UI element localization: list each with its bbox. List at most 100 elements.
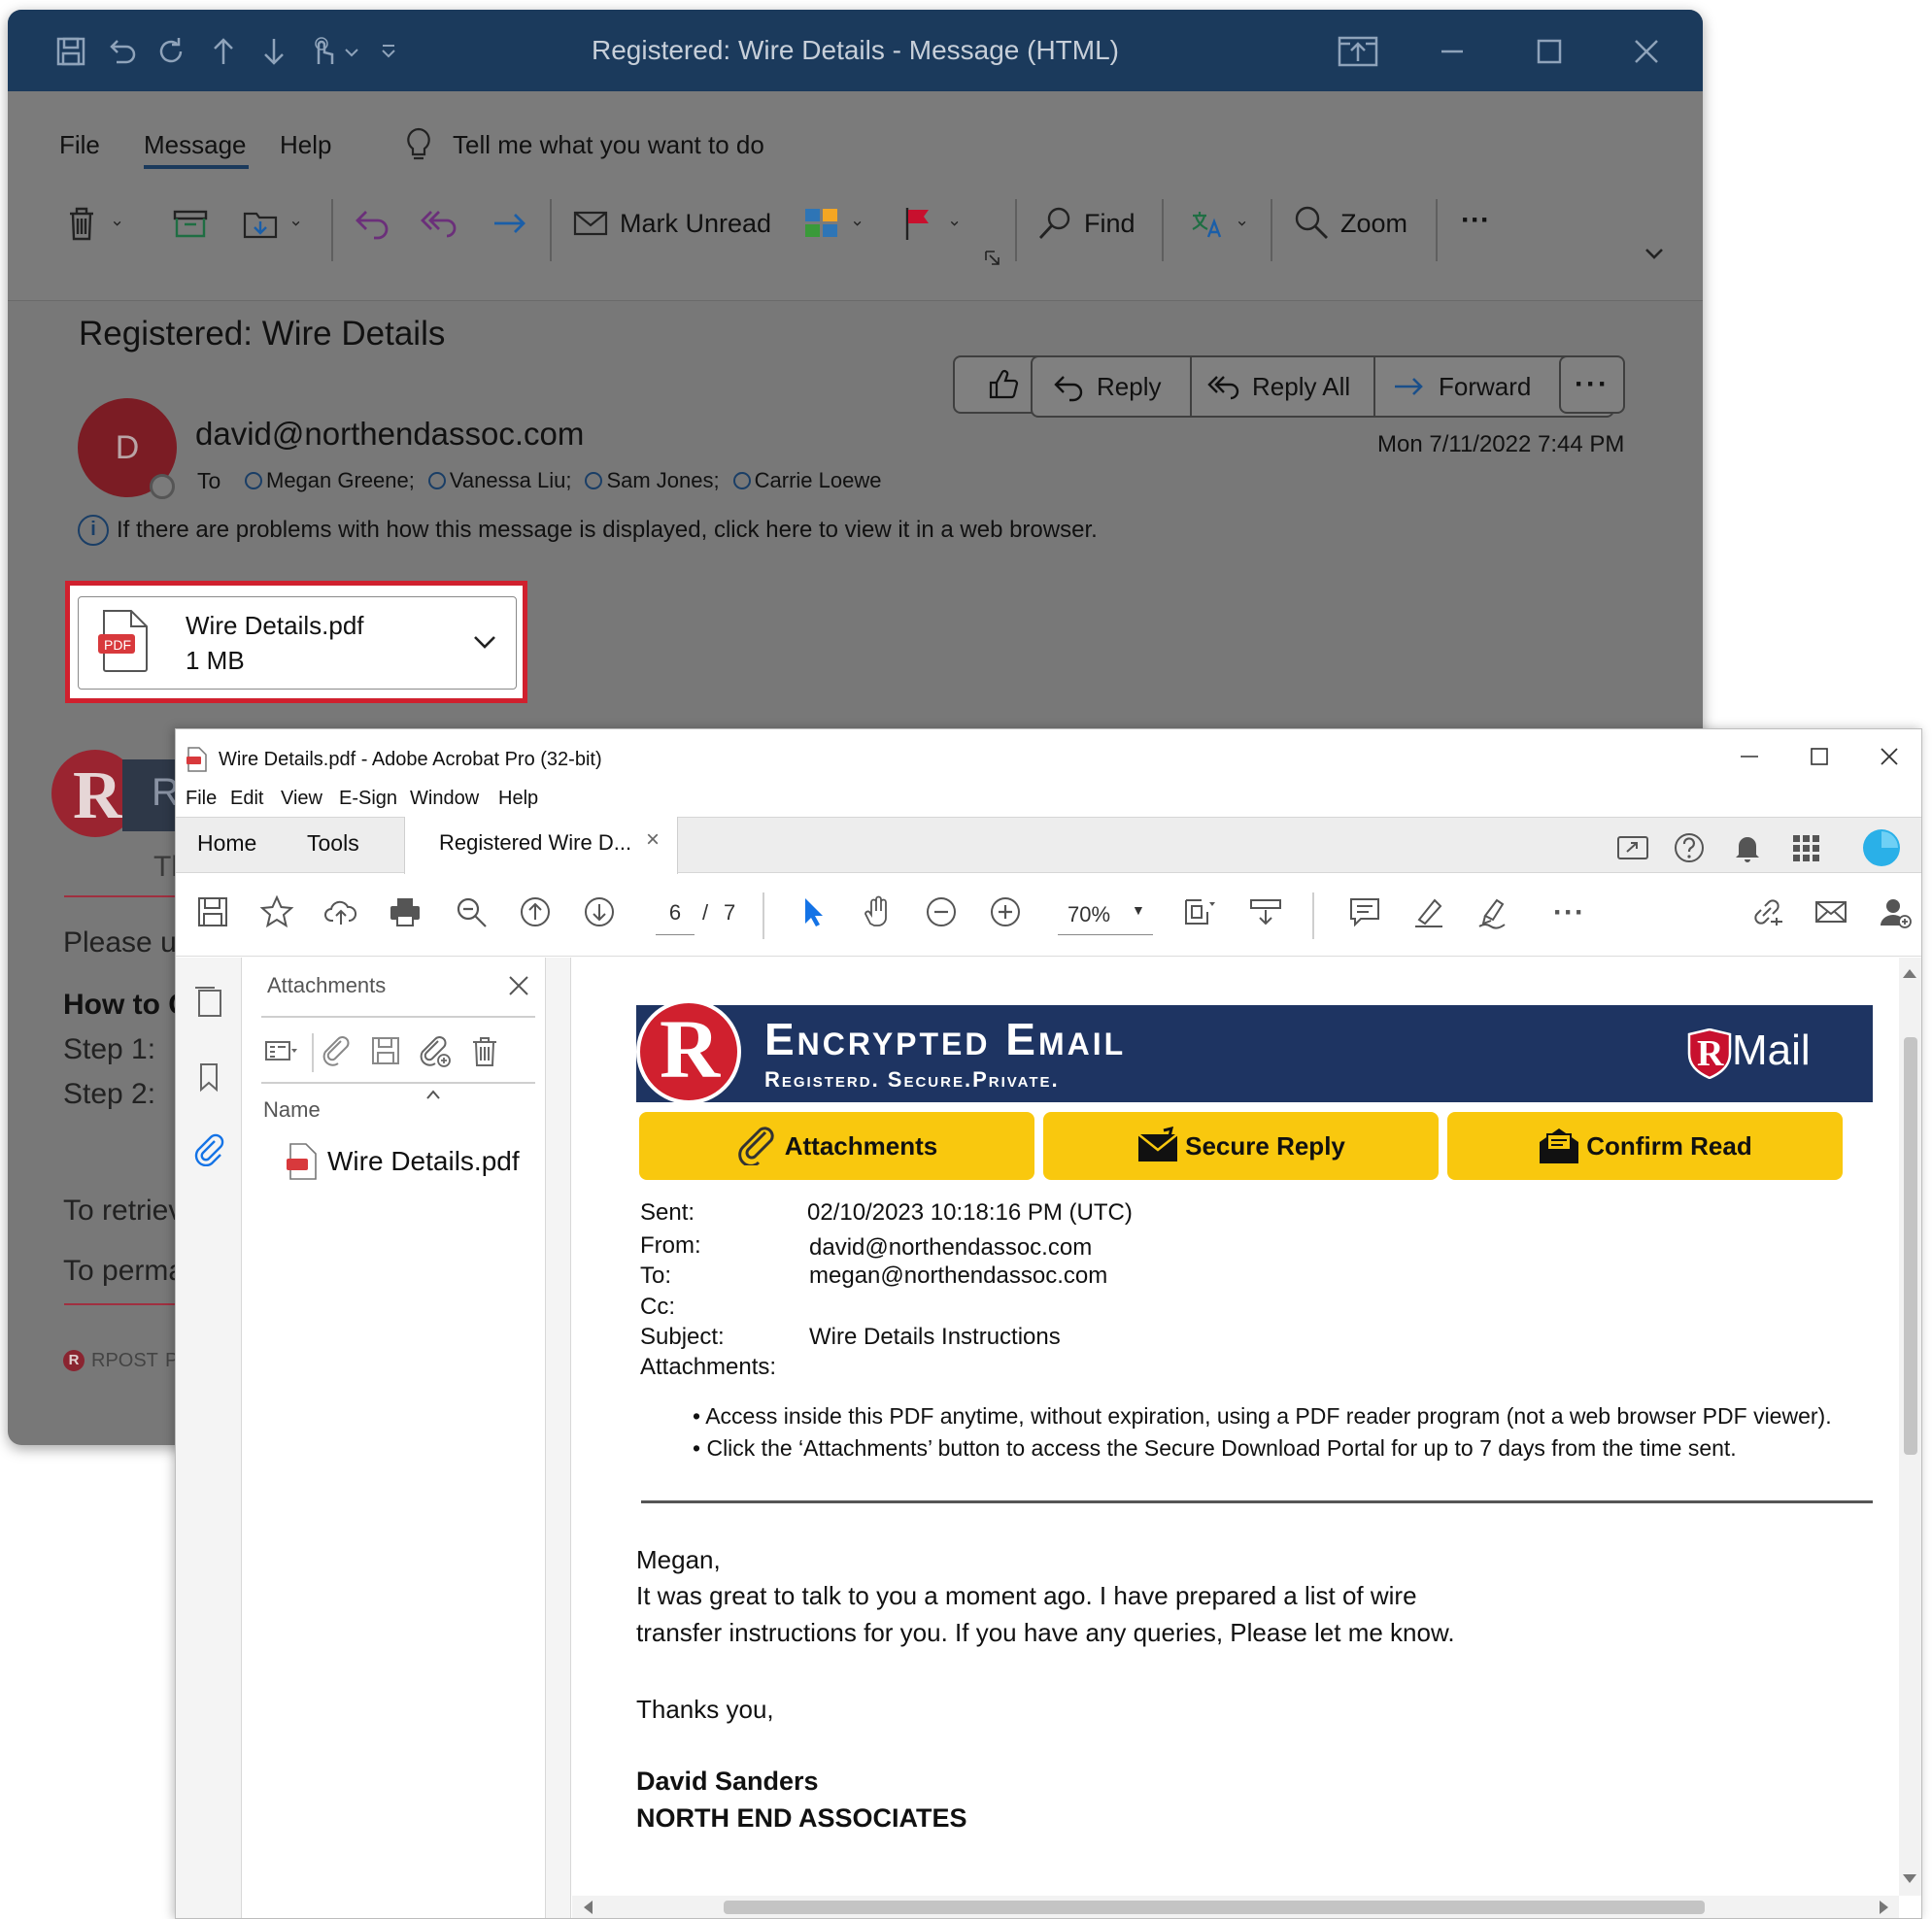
sender-address[interactable]: david@northendassoc.com [195, 416, 584, 453]
tab-tools[interactable]: Tools [307, 830, 359, 857]
minimize-icon[interactable] [1738, 745, 1761, 768]
attachment-list-item[interactable]: Wire Details.pdf [327, 1146, 520, 1177]
tab-message[interactable]: Message [144, 130, 247, 160]
scroll-left-arrow-icon[interactable] [584, 1901, 593, 1914]
find-icon[interactable] [454, 894, 489, 929]
page-fit-icon[interactable] [1182, 894, 1217, 929]
scroll-mode-icon[interactable] [1248, 894, 1283, 929]
reply-all-ribbon-button[interactable] [420, 204, 458, 243]
mark-unread-button[interactable]: Mark Unread [571, 204, 771, 243]
maximize-icon[interactable] [1533, 35, 1566, 68]
tab-document[interactable]: Registered Wire D... × [404, 817, 678, 874]
user-avatar[interactable] [1863, 829, 1900, 866]
sign-pen-icon[interactable] [1475, 894, 1510, 929]
save-icon[interactable] [195, 894, 230, 929]
ribbon-collapse-icon[interactable] [1642, 245, 1667, 264]
previous-page-icon[interactable] [518, 894, 553, 929]
tell-me-search[interactable]: Tell me what you want to do [453, 130, 764, 160]
scroll-up-arrow-icon[interactable] [1903, 969, 1916, 978]
page-number-input[interactable]: 6 [656, 900, 695, 935]
name-column-header[interactable]: Name [263, 1097, 321, 1123]
tab-file[interactable]: File [59, 130, 100, 160]
translate-button[interactable] [1187, 204, 1257, 243]
zoom-level-select[interactable]: 70% ▼ [1058, 900, 1153, 935]
open-attachment-icon[interactable] [320, 1033, 355, 1068]
highlight-pen-icon[interactable] [1411, 894, 1446, 929]
recipient[interactable]: Vanessa Liu; [427, 468, 571, 493]
attachments-button[interactable]: Attachments [639, 1112, 1034, 1180]
info-bar[interactable]: If there are problems with how this mess… [117, 517, 1098, 544]
reply-all-button[interactable]: Reply All [1207, 357, 1350, 416]
add-attachment-icon[interactable] [417, 1033, 452, 1068]
recipient[interactable]: Sam Jones; [585, 468, 720, 493]
share-screen-icon[interactable] [1615, 830, 1650, 865]
archive-button[interactable] [171, 204, 210, 243]
add-user-icon[interactable] [1878, 894, 1913, 929]
horizontal-scrollbar[interactable] [572, 1896, 1899, 1918]
email-icon[interactable] [1813, 894, 1848, 929]
menu-window[interactable]: Window [410, 788, 479, 810]
horizontal-scroll-thumb[interactable] [724, 1901, 1705, 1914]
close-icon[interactable] [1630, 35, 1663, 68]
notifications-icon[interactable] [1730, 830, 1765, 865]
close-icon[interactable] [1878, 745, 1901, 768]
more-tools-icon[interactable]: ··· [1553, 896, 1585, 929]
delete-button[interactable] [62, 204, 132, 243]
zoom-out-icon[interactable] [924, 894, 959, 929]
next-page-icon[interactable] [582, 894, 617, 929]
bookmarks-icon[interactable] [191, 1060, 226, 1094]
delete-attachment-icon[interactable] [467, 1033, 502, 1068]
menu-view[interactable]: View [281, 788, 322, 810]
scroll-down-arrow-icon[interactable] [1903, 1874, 1916, 1883]
ribbon [8, 91, 1703, 301]
attachment-card[interactable]: PDF Wire Details.pdf 1 MB [78, 596, 517, 690]
tab-home[interactable]: Home [197, 830, 256, 857]
menu-esign[interactable]: E-Sign [339, 788, 397, 810]
confirm-read-button[interactable]: Confirm Read [1447, 1112, 1843, 1180]
forward-ribbon-button[interactable] [491, 204, 529, 243]
menu-edit[interactable]: Edit [230, 788, 263, 810]
chevron-down-icon[interactable] [471, 632, 498, 652]
find-button[interactable]: Find [1035, 204, 1135, 243]
secure-reply-button[interactable]: Secure Reply [1043, 1112, 1439, 1180]
zoom-button[interactable]: Zoom [1292, 204, 1407, 243]
comment-icon[interactable] [1347, 894, 1382, 929]
recipient[interactable]: Carrie Loewe [732, 468, 881, 493]
apps-grid-icon[interactable] [1788, 830, 1823, 865]
menu-help[interactable]: Help [498, 788, 538, 810]
scroll-right-arrow-icon[interactable] [1880, 1901, 1888, 1914]
dialog-launcher-icon[interactable] [983, 249, 1002, 268]
encrypted-email-banner: Encrypted Email Registerd. Secure.Privat… [636, 1005, 1873, 1102]
more-commands-button[interactable]: ··· [1461, 204, 1490, 237]
forward-button[interactable]: Forward [1392, 357, 1531, 416]
options-menu-icon[interactable] [263, 1033, 298, 1068]
vertical-scroll-thumb[interactable] [1904, 1037, 1917, 1455]
reply-button[interactable]: Reply [1052, 357, 1161, 416]
page-thumbnails-icon[interactable] [191, 984, 226, 1019]
maximize-icon[interactable] [1808, 745, 1831, 768]
minimize-icon[interactable] [1436, 35, 1469, 68]
save-attachment-icon[interactable] [368, 1033, 403, 1068]
bookmark-star-icon[interactable] [259, 894, 294, 929]
tab-help[interactable]: Help [280, 130, 331, 160]
reply-ribbon-button[interactable] [353, 204, 391, 243]
help-icon[interactable] [1672, 830, 1707, 865]
flag-button[interactable] [899, 204, 969, 243]
print-icon[interactable] [388, 894, 423, 929]
recipient[interactable]: Megan Greene; [245, 468, 415, 493]
close-tab-icon[interactable]: × [646, 826, 660, 854]
more-actions-button[interactable]: ··· [1559, 355, 1625, 414]
popout-icon[interactable] [1337, 35, 1379, 68]
zoom-in-icon[interactable] [988, 894, 1023, 929]
move-button[interactable] [241, 204, 311, 243]
hand-tool-icon[interactable] [860, 894, 895, 929]
menu-file[interactable]: File [186, 788, 217, 810]
attachments-paperclip-icon[interactable] [191, 1131, 226, 1166]
share-link-icon[interactable] [1749, 894, 1784, 929]
close-panel-icon[interactable] [506, 973, 531, 998]
categorize-button[interactable] [802, 204, 872, 243]
sort-ascending-icon[interactable] [424, 1088, 442, 1101]
vertical-scrollbar[interactable] [1899, 958, 1921, 1896]
upload-cloud-icon[interactable] [323, 894, 358, 929]
select-cursor-icon[interactable] [796, 894, 830, 929]
